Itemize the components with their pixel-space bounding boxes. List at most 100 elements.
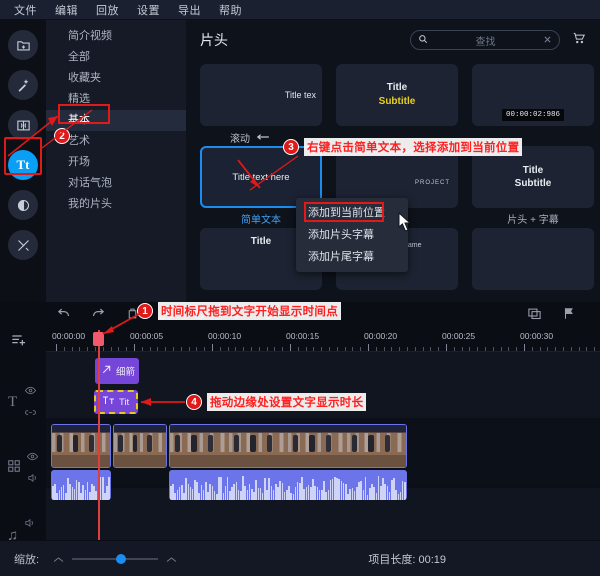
zoom-slider[interactable]	[53, 550, 177, 568]
ruler-tick	[188, 347, 190, 351]
ruler-tick	[516, 347, 518, 351]
color-icon[interactable]	[261, 307, 275, 326]
scroll-row: 滚动	[200, 128, 588, 146]
ruler-tick	[375, 347, 377, 351]
ruler-tick	[274, 347, 276, 351]
video-clip[interactable]	[113, 424, 167, 468]
video-clip[interactable]	[169, 424, 407, 468]
transition-icon[interactable]	[8, 110, 38, 140]
ruler-label: 00:00:00	[52, 331, 86, 341]
ruler-tick	[71, 347, 73, 351]
playhead-handle[interactable]	[93, 332, 104, 346]
title-card-label: Title text here	[232, 171, 290, 183]
title-card-label: Title tex	[284, 90, 316, 100]
crop-icon[interactable]	[227, 307, 241, 326]
ruler-tick	[414, 347, 416, 351]
ruler-tick	[368, 344, 369, 351]
ruler-tick	[477, 347, 479, 351]
sidebar-item-intro-video[interactable]: 简介视频	[46, 26, 186, 47]
delete-icon[interactable]	[126, 307, 139, 325]
zoom-slider-handle[interactable]	[116, 553, 127, 564]
sidebar-item-my-titles[interactable]: 我的片头	[46, 194, 186, 215]
ruler-tick	[282, 347, 284, 351]
menu-item-file[interactable]: 文件	[14, 2, 37, 18]
eye-icon[interactable]	[25, 382, 37, 400]
media-import-icon[interactable]	[8, 30, 38, 60]
sidebar-item-all[interactable]: 全部	[46, 47, 186, 68]
sidebar-item-opening[interactable]: 开场	[46, 152, 186, 173]
sidebar-item-basic[interactable]: 基本	[46, 110, 186, 131]
ruler-tick	[539, 347, 541, 351]
search-input[interactable]: 查找	[434, 33, 537, 48]
title-card-title-tex[interactable]: Title tex	[200, 64, 322, 126]
link-icon[interactable]	[25, 404, 37, 422]
title-card-blank[interactable]	[472, 228, 594, 290]
text-tool-icon[interactable]: Tt	[8, 150, 38, 180]
speed-icon[interactable]	[295, 307, 311, 326]
speaker-icon[interactable]	[24, 515, 35, 533]
magic-wand-icon[interactable]	[8, 70, 38, 100]
text-tool-label: Tt	[16, 157, 30, 172]
title-card-label: PROJECT	[414, 180, 450, 186]
scissors-icon[interactable]	[159, 307, 173, 326]
zoom-out-icon[interactable]	[53, 550, 64, 568]
text-clip-label: 细箭	[116, 367, 136, 378]
title-card-preview[interactable]: 00:00:02:986	[472, 64, 594, 126]
context-menu-item-add-opening-subtitle[interactable]: 添加片头字幕	[296, 224, 408, 246]
ruler-tick	[227, 347, 229, 351]
menu-item-edit[interactable]: 编辑	[55, 2, 78, 18]
cart-icon[interactable]	[572, 31, 586, 50]
text-clip-title[interactable]: Tit	[94, 390, 138, 414]
zoom-slider-track[interactable]	[72, 553, 159, 564]
ruler-tick	[165, 347, 167, 351]
playhead[interactable]	[98, 330, 100, 540]
scroll-label: 滚动	[230, 133, 250, 145]
split-screen-icon[interactable]	[527, 306, 542, 326]
redo-icon[interactable]	[91, 306, 106, 326]
ruler-tick	[134, 344, 135, 351]
title-card-subtitle: Subtitle	[378, 96, 416, 107]
menu-item-settings[interactable]: 设置	[137, 2, 160, 18]
ruler-tick	[555, 347, 557, 351]
undo-icon[interactable]	[56, 306, 71, 326]
time-ruler[interactable]: 00:00:00 00:00:05 00:00:10 00:00:15 00:0…	[46, 330, 600, 352]
title-card-title-and-subtitle[interactable]: Title Subtitle	[472, 146, 594, 208]
sidebar-item-speech-bubble[interactable]: 对话气泡	[46, 173, 186, 194]
sidebar-item-art[interactable]: 艺术	[46, 131, 186, 152]
video-clip[interactable]	[51, 424, 111, 468]
context-menu-item-add-ending-subtitle[interactable]: 添加片尾字幕	[296, 246, 408, 268]
title-cell: Title Subtitle	[336, 64, 458, 126]
ruler-label: 00:00:20	[364, 331, 398, 341]
ruler-tick	[173, 347, 174, 351]
rotate-icon[interactable]	[193, 307, 207, 326]
ruler-label: 00:00:30	[520, 331, 554, 341]
audio-clip[interactable]	[51, 470, 111, 500]
ruler-tick	[313, 347, 315, 351]
text-track-icon: T	[8, 393, 18, 410]
audio-clip[interactable]	[169, 470, 407, 500]
sidebar-item-favorites[interactable]: 收藏夹	[46, 68, 186, 89]
menu-item-help[interactable]: 帮助	[219, 2, 242, 18]
search-box[interactable]: 查找	[410, 30, 560, 50]
ruler-tick	[485, 347, 486, 351]
filter-icon[interactable]	[8, 190, 38, 220]
title-card-title-subtitle[interactable]: Title Subtitle	[336, 64, 458, 126]
eye-icon[interactable]	[26, 448, 39, 466]
menu-item-playback[interactable]: 回放	[96, 2, 119, 18]
add-track-icon[interactable]	[10, 332, 28, 353]
project-length: 项目长度: 00:19	[368, 551, 446, 567]
ruler-tick	[126, 347, 128, 351]
tools-icon[interactable]	[8, 230, 38, 260]
close-icon[interactable]	[543, 31, 552, 49]
text-clip-arrow[interactable]: 细箭	[95, 358, 139, 384]
marker-flag-icon[interactable]	[562, 306, 576, 326]
ruler-tick	[297, 347, 299, 351]
zoom-in-icon[interactable]	[166, 550, 177, 568]
ruler-tick	[344, 347, 346, 351]
sidebar-item-featured[interactable]: 精选	[46, 89, 186, 110]
speaker-icon[interactable]	[27, 470, 38, 488]
menu-item-export[interactable]: 导出	[178, 2, 201, 18]
ruler-tick	[110, 347, 112, 351]
ruler-label: 00:00:15	[286, 331, 320, 341]
context-menu-item-add-at-current-position[interactable]: 添加到当前位置	[296, 202, 408, 224]
